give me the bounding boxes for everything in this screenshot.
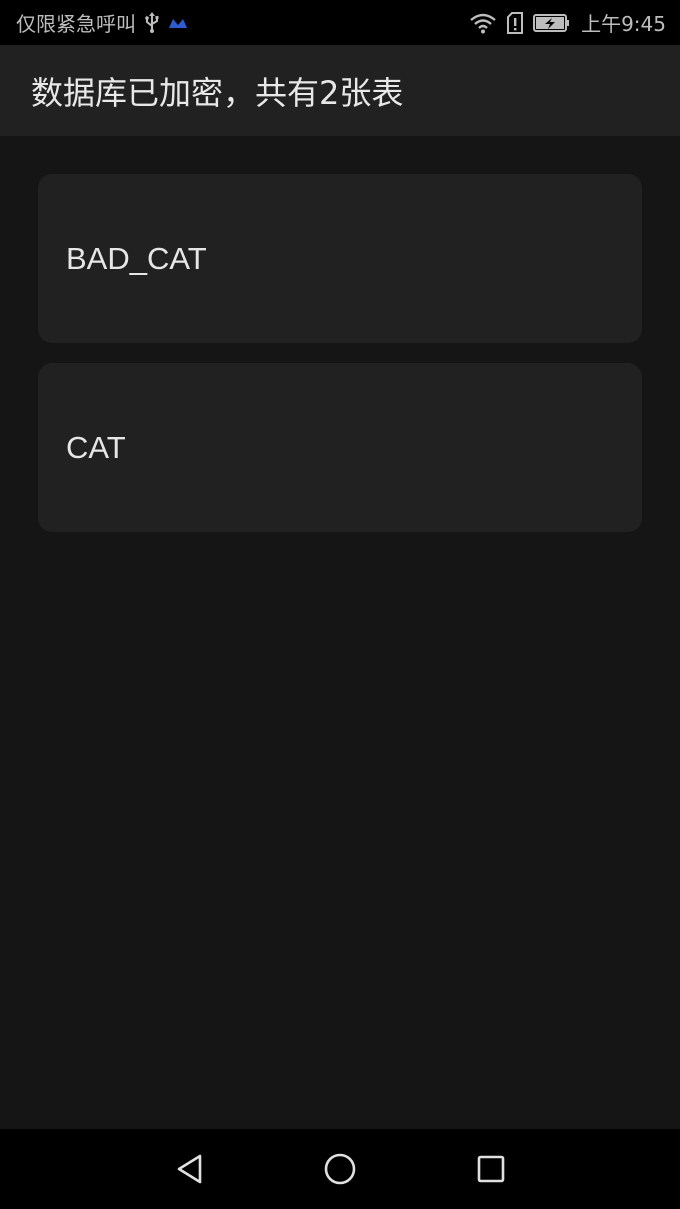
page-title: 数据库已加密，共有2张表 bbox=[31, 73, 404, 112]
table-list-item[interactable]: BAD_CAT bbox=[38, 174, 642, 343]
navigation-bar bbox=[0, 1129, 680, 1209]
recent-apps-icon bbox=[474, 1152, 508, 1186]
table-name-label: BAD_CAT bbox=[66, 240, 207, 276]
table-name-label: CAT bbox=[66, 429, 126, 465]
back-button[interactable] bbox=[170, 1149, 210, 1189]
status-bar-left: 仅限紧急呼叫 bbox=[16, 0, 188, 45]
notification-app-icon bbox=[168, 16, 188, 30]
battery-charging-icon bbox=[533, 13, 571, 33]
home-button[interactable] bbox=[320, 1149, 360, 1189]
status-bar: 仅限紧急呼叫 上午9:45 bbox=[0, 0, 680, 45]
carrier-text: 仅限紧急呼叫 bbox=[16, 12, 136, 36]
sim-alert-icon bbox=[507, 11, 524, 34]
usb-icon bbox=[144, 11, 160, 34]
status-bar-right: 上午9:45 bbox=[469, 0, 666, 45]
status-time: 上午9:45 bbox=[581, 12, 666, 36]
table-list: BAD_CAT CAT bbox=[0, 136, 680, 1129]
back-icon bbox=[173, 1152, 207, 1186]
table-list-item[interactable]: CAT bbox=[38, 363, 642, 532]
recent-apps-button[interactable] bbox=[471, 1149, 511, 1189]
app-toolbar: 数据库已加密，共有2张表 bbox=[0, 45, 680, 136]
home-icon bbox=[323, 1152, 357, 1186]
wifi-icon bbox=[469, 12, 497, 34]
app-screen: 仅限紧急呼叫 上午9:45 数据库已加密，共有2张表 BAD_CAT CAT bbox=[0, 0, 680, 1209]
